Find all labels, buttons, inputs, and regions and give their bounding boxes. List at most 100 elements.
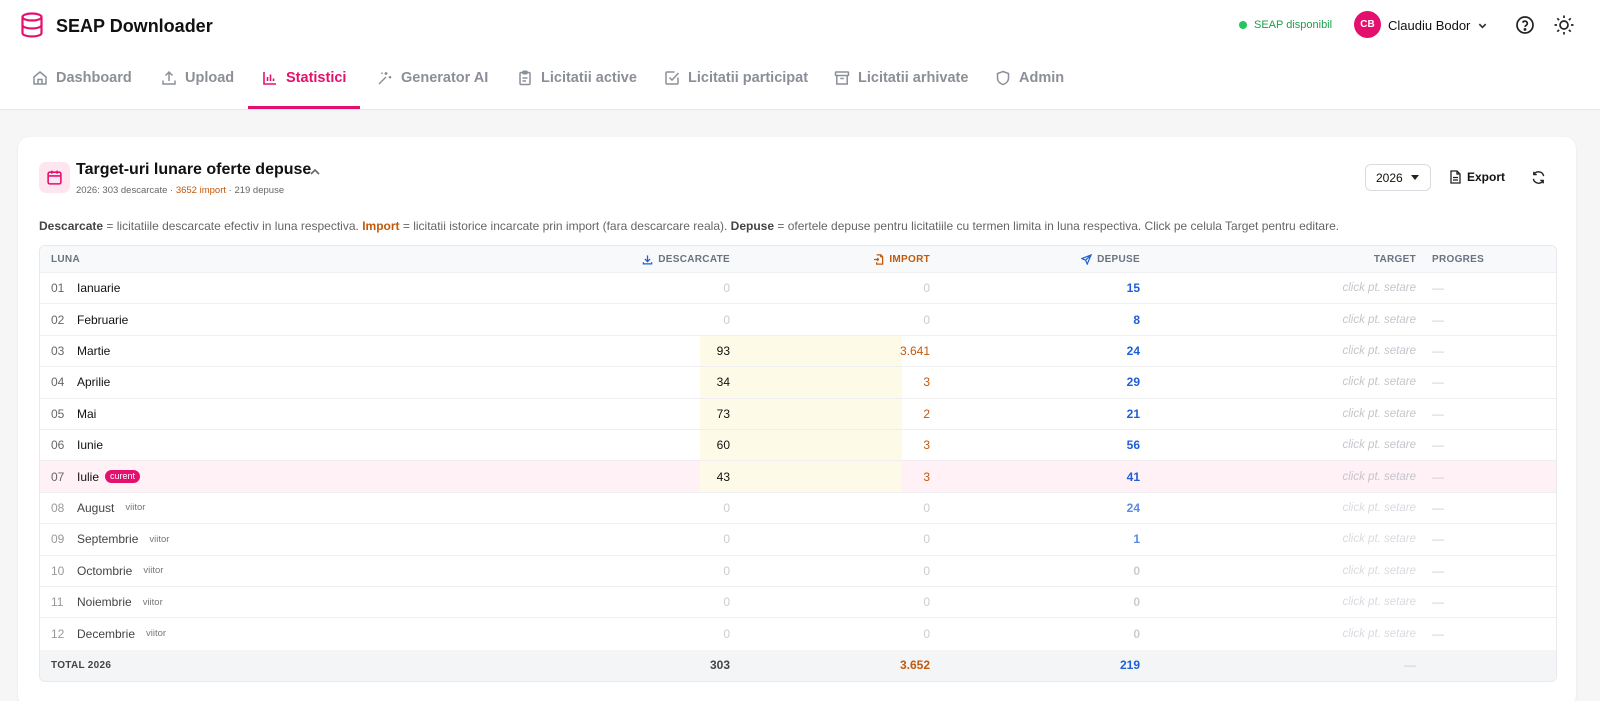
import-value: 3.641	[899, 343, 930, 358]
month-number: 09	[51, 532, 65, 547]
status-dot	[1239, 21, 1247, 29]
descarcate-value: 93	[716, 343, 730, 358]
target-cell[interactable]: click pt. setare	[1140, 430, 1417, 460]
future-tag: viitor	[149, 533, 170, 545]
target-cell[interactable]: click pt. setare	[1140, 618, 1417, 649]
descarcate-value: 0	[723, 312, 730, 327]
depuse-value: 15	[1126, 281, 1140, 296]
clipboard-icon	[519, 70, 531, 86]
month-number: 08	[51, 500, 65, 515]
depuse-value: 56	[1126, 438, 1140, 453]
descarcate-value: 0	[723, 500, 730, 515]
avatar[interactable]: CB	[1354, 11, 1381, 38]
header-progres: PROGRES	[1432, 253, 1485, 265]
descarcate-value: 0	[723, 563, 730, 578]
tab-dashboard[interactable]: Dashboard	[32, 70, 132, 86]
calendar-icon-box	[39, 162, 70, 193]
target-cell[interactable]: click pt. setare	[1140, 524, 1417, 554]
table-row: 02 Februarie 0 0 8 click pt. setare —	[40, 304, 1556, 336]
seap-status: SEAP disponibil	[1239, 19, 1332, 31]
depuse-value: 1	[1133, 532, 1140, 547]
target-cell[interactable]: click pt. setare	[1140, 587, 1417, 617]
month-name: Noiembrie viitor	[77, 595, 163, 610]
legend-text: Descarcate = licitatiile descarcate efec…	[39, 219, 1340, 233]
target-cell[interactable]: click pt. setare	[1140, 493, 1417, 523]
top-bar: SEAP Downloader SEAP disponibil CB Claud…	[0, 0, 1600, 110]
tab-statistici[interactable]: Statistici	[262, 70, 346, 86]
target-cell[interactable]: click pt. setare	[1140, 461, 1417, 491]
depuse-value: 24	[1126, 500, 1140, 515]
import-value: 0	[923, 595, 930, 610]
descarcate-value: 0	[723, 281, 730, 296]
descarcate-value: 0	[723, 595, 730, 610]
import-value: 0	[923, 500, 930, 515]
progres-value: —	[1432, 406, 1444, 421]
refresh-icon[interactable]	[1531, 170, 1546, 185]
total-target: —	[1404, 658, 1416, 673]
header-luna: LUNA	[51, 253, 80, 265]
month-number: 12	[51, 626, 65, 641]
progres-value: —	[1432, 312, 1444, 327]
total-import: 3.652	[899, 658, 930, 673]
month-number: 11	[51, 595, 64, 610]
target-cell[interactable]: click pt. setare	[1140, 304, 1417, 334]
status-text: SEAP disponibil	[1254, 19, 1333, 31]
import-value: 0	[923, 563, 930, 578]
tab-licitatii-participat[interactable]: Licitatii participat	[664, 70, 808, 86]
import-value: 0	[923, 281, 930, 296]
total-label: TOTAL 2026	[51, 659, 112, 671]
import-value: 3	[923, 375, 930, 390]
check-square-icon	[665, 71, 680, 85]
table-row: 09 Septembrie viitor 0 0 1 click pt. setare —	[40, 524, 1556, 556]
target-cell[interactable]: click pt. setare	[1140, 273, 1417, 303]
month-name: Iunie	[77, 438, 104, 453]
tab-licitatii-active[interactable]: Licitatii active	[517, 70, 637, 86]
descarcate-value: 0	[723, 626, 730, 641]
tab-admin[interactable]: Admin	[995, 70, 1064, 86]
header-import[interactable]: IMPORT	[700, 246, 940, 272]
sun-icon[interactable]	[1553, 14, 1575, 36]
import-value: 0	[923, 626, 930, 641]
tab-upload[interactable]: Upload	[161, 70, 234, 86]
user-menu[interactable]: Claudiu Bodor	[1388, 18, 1488, 33]
tab-generator-ai[interactable]: Generator AI	[377, 70, 488, 86]
import-value: 3	[923, 438, 930, 453]
import-value: 0	[923, 532, 930, 547]
help-icon[interactable]	[1515, 15, 1535, 35]
month-number: 03	[51, 343, 65, 358]
import-value: 0	[923, 312, 930, 327]
header-depuse[interactable]: DEPUSE	[940, 246, 1140, 272]
progres-value: —	[1432, 469, 1444, 484]
progres-value: —	[1432, 563, 1444, 578]
chevron-up-icon[interactable]	[308, 165, 322, 179]
export-button[interactable]: Export	[1449, 170, 1505, 184]
target-cell[interactable]: click pt. setare	[1140, 399, 1417, 429]
upload-icon	[162, 70, 176, 85]
month-name: Decembrie viitor	[77, 626, 167, 641]
header-descarcate[interactable]: DESCARCATE	[480, 246, 730, 272]
table-row: 01 Ianuarie 0 0 15 click pt. setare —	[40, 273, 1556, 305]
year-select[interactable]: 2026	[1365, 164, 1431, 191]
month-number: 02	[51, 312, 65, 327]
month-number: 10	[51, 563, 65, 578]
target-cell[interactable]: click pt. setare	[1140, 556, 1417, 586]
send-icon	[1081, 253, 1093, 265]
progres-value: —	[1432, 375, 1444, 390]
depuse-value: 8	[1133, 312, 1140, 327]
descarcate-value: 0	[723, 532, 730, 547]
month-name: Iulie curent	[77, 461, 141, 491]
month-name: Octombrie viitor	[77, 563, 164, 578]
month-number: 04	[51, 375, 65, 390]
progres-value: —	[1432, 626, 1444, 641]
table-row: 11 Noiembrie viitor 0 0 0 click pt. setare —	[40, 587, 1556, 619]
target-cell[interactable]: click pt. setare	[1140, 336, 1417, 366]
month-name: Martie	[77, 343, 111, 358]
download-icon	[643, 254, 653, 265]
progres-value: —	[1432, 438, 1444, 453]
depuse-value: 0	[1133, 563, 1140, 578]
import-value: 3	[923, 469, 930, 484]
header-target: TARGET	[1373, 253, 1416, 265]
table-body: 01 Ianuarie 0 0 15 click pt. setare —02 Februar…	[40, 273, 1556, 650]
tab-licitatii-arhivate[interactable]: Licitatii arhivate	[834, 70, 968, 86]
target-cell[interactable]: click pt. setare	[1140, 367, 1417, 397]
